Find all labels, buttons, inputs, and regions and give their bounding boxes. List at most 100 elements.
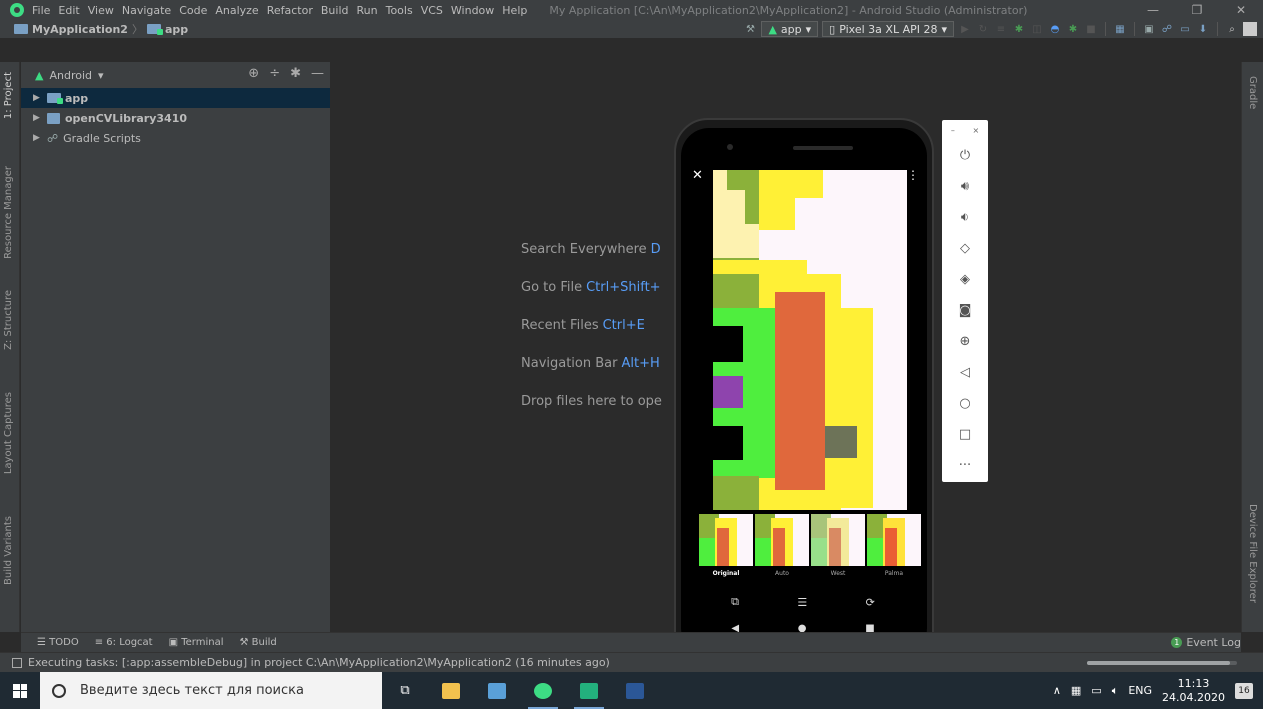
filter-palma[interactable]: Palma <box>867 514 921 584</box>
zoom-icon[interactable]: ⊕ <box>942 326 988 357</box>
menu-build[interactable]: Build <box>321 4 349 17</box>
volume-down-icon[interactable]: 🔉︎ <box>942 202 988 233</box>
chevron-right-icon[interactable]: ▶ <box>33 113 47 123</box>
project-structure-icon[interactable]: ▦ <box>1113 22 1127 36</box>
tab-resource-manager[interactable]: Resource Manager <box>3 166 14 259</box>
debug-icon[interactable]: ✱ <box>1012 22 1026 36</box>
tree-item-gradle-scripts[interactable]: ▶ ☍ Gradle Scripts <box>21 128 330 148</box>
tab-structure[interactable]: Z: Structure <box>3 290 14 350</box>
taskbar-emulator[interactable] <box>566 672 612 709</box>
more-vert-icon[interactable]: ⋮ <box>907 168 919 182</box>
tab-layout-captures[interactable]: Layout Captures <box>3 392 14 474</box>
search-icon[interactable]: ⌕ <box>1225 22 1239 36</box>
apply-changes-icon[interactable]: ≡ <box>994 22 1008 36</box>
status-icon[interactable] <box>12 657 22 668</box>
avd-manager-icon[interactable]: ▭ <box>1178 22 1192 36</box>
close-icon[interactable]: ✕ <box>1219 0 1263 20</box>
taskbar-search[interactable]: Введите здесь текст для поиска <box>40 672 382 709</box>
power-icon[interactable]: ⏻ <box>942 140 988 171</box>
menu-file[interactable]: File <box>32 4 50 17</box>
hammer-build-icon[interactable]: ⚒ <box>743 22 757 36</box>
status-message[interactable]: Executing tasks: [:app:assembleDebug] in… <box>28 656 610 669</box>
device-select[interactable]: ▯ Pixel 3a XL API 28 ▾ <box>822 21 954 37</box>
hide-icon[interactable]: — <box>311 66 324 81</box>
language-indicator[interactable]: ENG <box>1128 684 1152 697</box>
breadcrumb-module[interactable]: app <box>165 23 188 36</box>
breadcrumb-project[interactable]: MyApplication2 <box>32 23 128 36</box>
run-icon[interactable]: ▶ <box>958 22 972 36</box>
filter-west[interactable]: West <box>811 514 865 584</box>
menu-navigate[interactable]: Navigate <box>122 4 171 17</box>
menu-refactor[interactable]: Refactor <box>267 4 313 17</box>
taskbar-word[interactable] <box>612 672 658 709</box>
overview-icon[interactable]: □ <box>942 419 988 450</box>
tab-gradle[interactable]: Gradle <box>1247 76 1258 109</box>
rotate-right-icon[interactable]: ◈ <box>942 264 988 295</box>
tree-item-opencv[interactable]: ▶ openCVLibrary3410 <box>21 108 330 128</box>
menu-window[interactable]: Window <box>451 4 494 17</box>
more-icon[interactable]: ··· <box>942 450 988 481</box>
menu-edit[interactable]: Edit <box>58 4 79 17</box>
attach-debugger-icon[interactable]: ✱ <box>1066 22 1080 36</box>
menu-vcs[interactable]: VCS <box>421 4 443 17</box>
menu-tools[interactable]: Tools <box>386 4 413 17</box>
account-icon[interactable] <box>1243 22 1257 36</box>
tab-build[interactable]: ⚒ Build <box>240 637 277 648</box>
window-controls: — ❐ ✕ <box>1131 0 1263 20</box>
menu-help[interactable]: Help <box>502 4 527 17</box>
back-icon[interactable]: ◁ <box>942 357 988 388</box>
close-icon[interactable]: × <box>972 126 979 135</box>
notification-center-icon[interactable]: 16 <box>1235 682 1253 699</box>
chevron-up-icon[interactable]: ∧ <box>1053 684 1061 697</box>
adjust-icon[interactable]: ☰ <box>797 596 807 609</box>
gear-icon[interactable]: ✱ <box>290 66 301 81</box>
emulator-screen[interactable]: ✕ ⋮ Original Auto West Palma ⧉ ☰ ⟳ ◀ ● ■ <box>692 162 921 648</box>
restore-icon[interactable]: ❐ <box>1175 0 1219 20</box>
layout-inspector-icon[interactable]: ▣ <box>1142 22 1156 36</box>
filter-original[interactable]: Original <box>699 514 753 584</box>
stop-icon[interactable]: ■ <box>1084 22 1098 36</box>
crop-rotate-icon[interactable]: ⟳ <box>866 596 875 609</box>
filter-auto[interactable]: Auto <box>755 514 809 584</box>
network-icon[interactable]: ▦ <box>1071 684 1081 697</box>
profile-icon[interactable]: ◓ <box>1048 22 1062 36</box>
tab-device-file-explorer[interactable]: Device File Explorer <box>1247 504 1258 603</box>
menu-run[interactable]: Run <box>357 4 378 17</box>
volume-up-icon[interactable]: 🔊︎ <box>942 171 988 202</box>
coverage-icon[interactable]: ◫ <box>1030 22 1044 36</box>
taskbar-control-panel[interactable] <box>474 672 520 709</box>
locate-icon[interactable]: ⊕ <box>248 66 259 81</box>
menu-view[interactable]: View <box>88 4 114 17</box>
clock[interactable]: 11:13 24.04.2020 <box>1162 677 1225 705</box>
sdk-manager-icon[interactable]: ⬇ <box>1196 22 1210 36</box>
taskbar-android-studio[interactable] <box>520 672 566 709</box>
tab-logcat[interactable]: ≡ 6: Logcat <box>95 637 153 648</box>
taskbar-explorer[interactable] <box>428 672 474 709</box>
screenshot-icon[interactable]: ◙ <box>942 295 988 326</box>
tab-todo[interactable]: ☰ TODO <box>37 637 79 648</box>
minimize-icon[interactable]: – <box>951 126 955 135</box>
chevron-right-icon[interactable]: ▶ <box>33 93 47 103</box>
start-button[interactable] <box>0 672 40 709</box>
tab-build-variants[interactable]: Build Variants <box>3 516 14 585</box>
run-config-select[interactable]: ▲ app ▾ <box>761 21 819 37</box>
tab-project[interactable]: 1: Project <box>3 72 14 119</box>
build-progress-bar[interactable] <box>1087 661 1237 665</box>
tab-terminal[interactable]: ▣ Terminal <box>169 637 224 648</box>
event-log-button[interactable]: 1 Event Log <box>1171 632 1241 652</box>
display-icon[interactable]: ▭ <box>1091 684 1101 697</box>
menu-code[interactable]: Code <box>179 4 207 17</box>
filters-icon[interactable]: ⧉ <box>731 595 739 609</box>
tree-item-app[interactable]: ▶ app <box>21 88 330 108</box>
rerun-icon[interactable]: ↻ <box>976 22 990 36</box>
gradle-sync-icon[interactable]: ☍ <box>1160 22 1174 36</box>
rotate-left-icon[interactable]: ◇ <box>942 233 988 264</box>
volume-icon[interactable]: 🔈︎ <box>1112 684 1119 698</box>
close-icon[interactable]: ✕ <box>692 168 703 183</box>
minimize-icon[interactable]: — <box>1131 0 1175 20</box>
home-icon[interactable]: ○ <box>942 388 988 419</box>
task-view-button[interactable]: ⧉ <box>382 672 428 709</box>
menu-analyze[interactable]: Analyze <box>215 4 258 17</box>
collapse-all-icon[interactable]: ÷ <box>269 66 280 81</box>
chevron-right-icon[interactable]: ▶ <box>33 133 47 143</box>
